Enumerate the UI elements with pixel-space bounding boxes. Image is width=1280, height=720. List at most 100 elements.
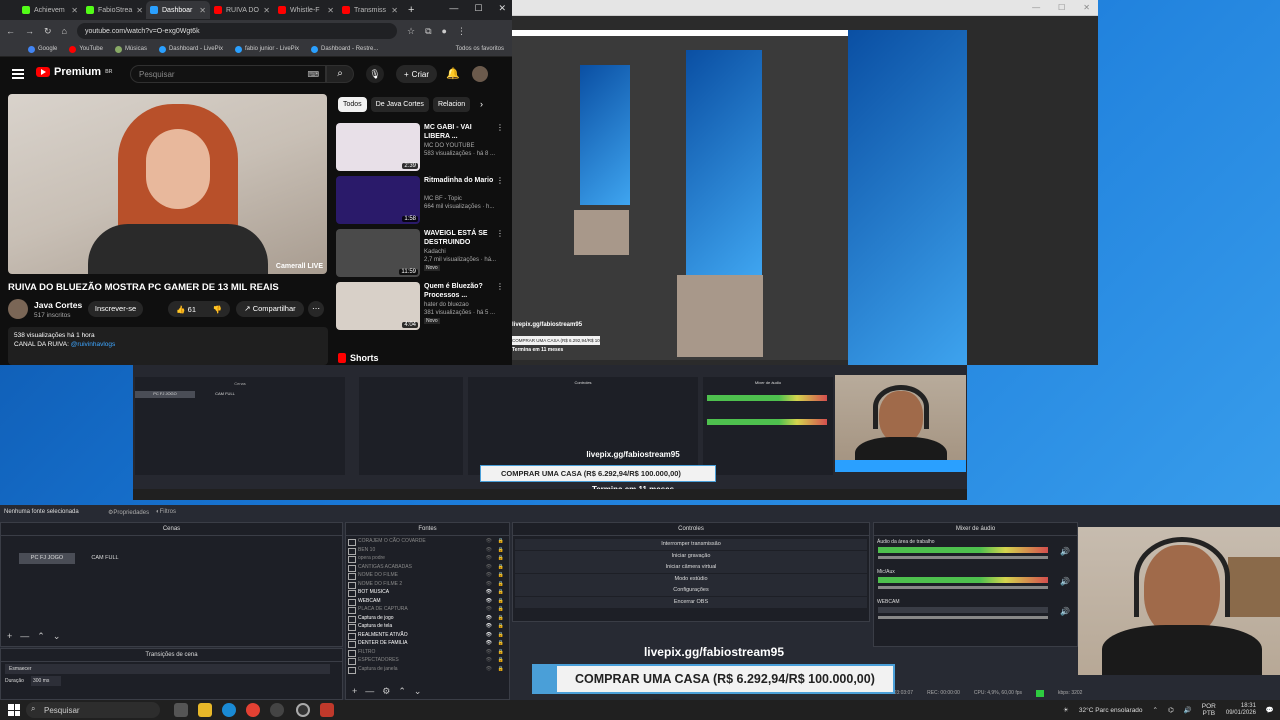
browser-tab[interactable]: FabioStrea ✕: [82, 1, 146, 19]
speaker-icon[interactable]: 🔊: [1060, 547, 1070, 556]
app-icon[interactable]: [320, 703, 334, 717]
tray-chevron-icon[interactable]: ⌃: [1153, 706, 1158, 714]
clock[interactable]: 18:31 09/01/2026: [1226, 703, 1256, 717]
lock-icon[interactable]: 🔒: [498, 605, 504, 614]
chips-next-icon[interactable]: ›: [480, 99, 483, 109]
lock-icon[interactable]: 🔒: [498, 546, 504, 555]
back-icon[interactable]: ←: [6, 26, 15, 36]
add-scene-icon[interactable]: +: [7, 631, 12, 642]
recommendation-menu-icon[interactable]: ⋮: [496, 229, 504, 238]
source-item[interactable]: FILTRO 👁 🔒: [346, 648, 506, 656]
browser-tab[interactable]: RUIVA DO ✕: [210, 1, 274, 19]
url-field[interactable]: youtube.com/watch?v=O-exg0Wgt6k: [76, 23, 397, 39]
hamburger-menu-icon[interactable]: [12, 69, 24, 79]
recommendation-menu-icon[interactable]: ⋮: [496, 176, 504, 185]
notifications-bell-icon[interactable]: 🔔: [446, 67, 460, 80]
obs-preview-window-controls[interactable]: — ☐ ✕: [1032, 3, 1090, 12]
recommendation-menu-icon[interactable]: ⋮: [496, 123, 504, 132]
close-icon[interactable]: ✕: [1083, 3, 1090, 12]
recommendation-menu-icon[interactable]: ⋮: [496, 282, 504, 291]
source-item[interactable]: WEBCAM 👁 🔒: [346, 597, 506, 606]
bookmark-item[interactable]: YouTube: [69, 45, 103, 53]
speaker-icon[interactable]: 🔊: [1060, 607, 1070, 616]
visibility-eye-icon[interactable]: 👁: [486, 622, 492, 631]
lock-icon[interactable]: 🔒: [498, 571, 504, 580]
recommendation-item[interactable]: 11:59 WAVEIGL ESTÁ SE DESTRUINDO Kadachi 2,…: [336, 229, 506, 279]
lock-icon[interactable]: 🔒: [498, 631, 504, 640]
lock-icon[interactable]: 🔒: [498, 614, 504, 623]
bookmark-item[interactable]: Dashboard - Restre...: [311, 45, 378, 53]
move-up-icon[interactable]: ⌃: [37, 631, 45, 642]
windows-start-icon[interactable]: [8, 704, 20, 716]
weather-text[interactable]: 32°C Parc ensolarado: [1079, 707, 1143, 714]
recommendation-item[interactable]: 1:58 Ritmadinha do Mario MC BF - Topic 664 …: [336, 176, 506, 226]
lock-icon[interactable]: 🔒: [498, 580, 504, 589]
language-indicator[interactable]: POR PTB: [1202, 703, 1216, 717]
lock-icon[interactable]: 🔒: [498, 622, 504, 631]
source-item[interactable]: ESPECTADORES 👁 🔒: [346, 656, 506, 665]
source-settings-icon[interactable]: ⚙: [382, 686, 390, 697]
chrome-menu-icon[interactable]: ⋮: [457, 26, 466, 37]
filter-chip[interactable]: De Java Cortes: [370, 97, 429, 112]
search-button[interactable]: ⌕: [326, 65, 354, 83]
lock-icon[interactable]: 🔒: [498, 597, 504, 606]
tab-close-icon[interactable]: ✕: [391, 6, 398, 15]
source-item[interactable]: Captura de janela 👁 🔒: [346, 665, 506, 674]
control-button[interactable]: Iniciar gravação: [515, 550, 867, 562]
visibility-eye-icon[interactable]: 👁: [486, 614, 492, 623]
visibility-eye-icon[interactable]: 👁: [486, 571, 492, 580]
subscribe-button[interactable]: Inscrever-se: [88, 301, 143, 317]
bookmark-item[interactable]: Músicas: [114, 45, 147, 53]
transition-select[interactable]: Esmaecer: [5, 664, 330, 674]
move-down-icon[interactable]: ⌄: [53, 631, 61, 642]
source-item[interactable]: NOME DO FILME 👁 🔒: [346, 571, 506, 580]
dislike-button[interactable]: 👎: [212, 305, 221, 314]
visibility-eye-icon[interactable]: 👁: [486, 665, 492, 674]
channel-name[interactable]: Java Cortes: [34, 300, 82, 310]
channel-avatar[interactable]: [8, 299, 28, 319]
visibility-eye-icon[interactable]: 👁: [486, 639, 492, 648]
source-item[interactable]: CANTIGAS ACABADAS 👁 🔒: [346, 563, 506, 572]
recommendation-thumbnail[interactable]: 1:58: [336, 176, 420, 224]
bookmark-item[interactable]: fabio junior - LivePix: [234, 45, 299, 53]
all-bookmarks[interactable]: Todos os favoritos: [456, 46, 504, 52]
network-icon[interactable]: ⌬: [1168, 706, 1174, 714]
chrome-window-controls[interactable]: — ☐ ✕: [449, 3, 506, 14]
obs-app-icon[interactable]: [296, 703, 310, 717]
bookmark-item[interactable]: Dashboard - LivePix: [158, 45, 223, 53]
browser-tab[interactable]: Dashboar ✕: [146, 1, 210, 19]
account-avatar[interactable]: [472, 66, 488, 82]
volume-slider[interactable]: [878, 616, 1048, 619]
maximize-icon[interactable]: ☐: [1058, 3, 1065, 12]
extensions-icon[interactable]: ⧉: [425, 26, 431, 37]
task-view-icon[interactable]: [174, 703, 188, 717]
visibility-eye-icon[interactable]: 👁: [486, 563, 492, 572]
control-button[interactable]: Iniciar câmera virtual: [515, 562, 867, 573]
minimize-icon[interactable]: —: [1032, 3, 1040, 12]
visibility-eye-icon[interactable]: 👁: [486, 546, 492, 555]
recommendation-item[interactable]: 4:04 Quem é Bluezão? Processos ... hater d…: [336, 282, 506, 332]
lock-icon[interactable]: 🔒: [498, 588, 504, 597]
chrome-window[interactable]: Achievem ✕ FabioStrea ✕ Dashboar ✕ RUIVA DO ✕ Wh…: [0, 0, 512, 365]
tab-close-icon[interactable]: ✕: [136, 6, 143, 15]
remove-scene-icon[interactable]: —: [20, 631, 29, 642]
duration-input[interactable]: 300 ms: [31, 676, 61, 686]
bookmark-star-icon[interactable]: ☆: [407, 26, 415, 37]
control-button[interactable]: Encerrar OBS: [515, 596, 867, 608]
recommendation-thumbnail[interactable]: 4:04: [336, 282, 420, 330]
volume-slider[interactable]: [878, 556, 1048, 559]
lock-icon[interactable]: 🔒: [498, 639, 504, 648]
lock-icon[interactable]: 🔒: [498, 665, 504, 674]
youtube-search-input[interactable]: Pesquisar ⌨: [130, 65, 326, 83]
control-button[interactable]: Modo estúdio: [515, 573, 867, 585]
browser-tab[interactable]: Transmiss ✕: [338, 1, 402, 19]
keyboard-icon[interactable]: ⌨: [307, 70, 319, 79]
recommendation-thumbnail[interactable]: 2:39: [336, 123, 420, 171]
recommendation-item[interactable]: 2:39 MC GABI - VAI LIBERA ... MC DO YOUTUB…: [336, 123, 506, 173]
speaker-icon[interactable]: 🔊: [1060, 577, 1070, 586]
settings-app-icon[interactable]: [270, 703, 284, 717]
tab-close-icon[interactable]: ✕: [71, 6, 78, 15]
profile-icon[interactable]: ●: [442, 26, 447, 36]
tab-bar[interactable]: Achievem ✕ FabioStrea ✕ Dashboar ✕ RUIVA DO ✕ Wh…: [0, 0, 512, 20]
tab-close-icon[interactable]: ✕: [263, 6, 270, 15]
